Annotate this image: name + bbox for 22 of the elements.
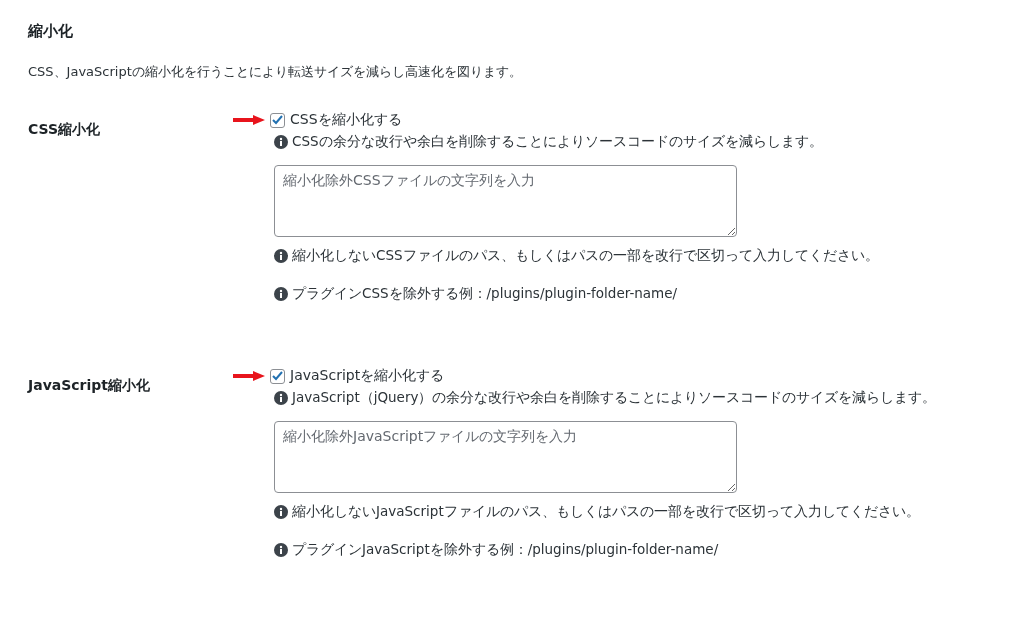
checkbox-label[interactable]: CSSを縮小化する <box>270 111 402 129</box>
info-icon <box>274 543 288 557</box>
info-icon <box>274 505 288 519</box>
note-text: 縮小化しないCSSファイルのパス、もしくはパスの一部を改行で区切って入力してください。 <box>292 247 879 265</box>
exclusion-textarea[interactable]: 縮小化除外JavaScriptファイルの文字列を入力 <box>274 421 737 493</box>
note-text: プラグインCSSを除外する例：/plugins/plugin-folder-name/ <box>292 285 678 303</box>
section-title: 縮小化 <box>28 22 74 41</box>
description: CSS、JavaScriptの縮小化を行うことにより転送サイズを減らし高速化を図ります。 <box>28 63 523 81</box>
note-text: プラグインJavaScriptを除外する例：/plugins/plugin-folder-name/ <box>292 541 719 559</box>
info-icon <box>274 391 288 405</box>
exclusion-textarea[interactable]: 縮小化除外CSSファイルの文字列を入力 <box>274 165 737 237</box>
info-icon <box>274 249 288 263</box>
note-text: 縮小化しないJavaScriptファイルのパス、もしくはパスの一部を改行で区切って入力してください。 <box>292 503 920 521</box>
checkbox[interactable] <box>270 112 285 128</box>
checkbox-label[interactable]: JavaScriptを縮小化する <box>270 367 445 385</box>
setting-label: JavaScript縮小化 <box>28 376 151 395</box>
checkbox[interactable] <box>270 368 285 384</box>
info-icon <box>274 135 288 149</box>
help-text: JavaScript（jQuery）の余分な改行や余白を削除することによりソースコードのサイズを減らします。 <box>292 389 937 407</box>
setting-label: CSS縮小化 <box>28 120 101 139</box>
help-text: CSSの余分な改行や余白を削除することによりソースコードのサイズを減らします。 <box>292 133 823 151</box>
info-icon <box>274 287 288 301</box>
